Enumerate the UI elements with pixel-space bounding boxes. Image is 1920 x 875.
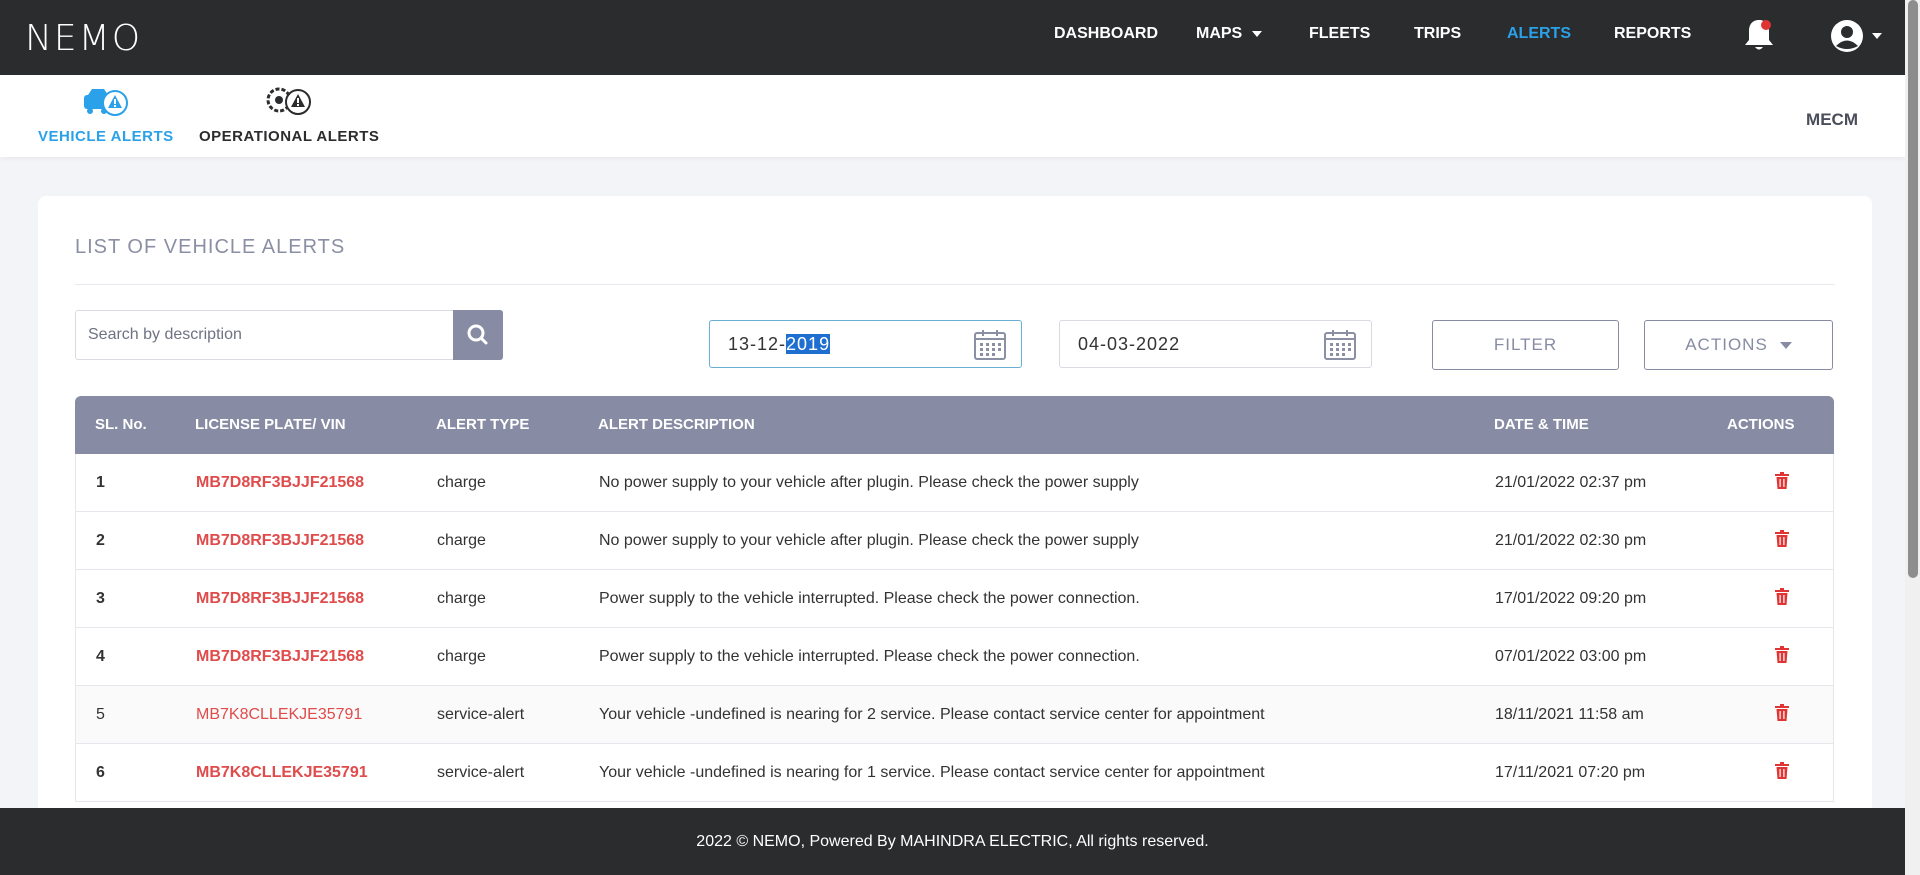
table-header: SL. No. LICENSE PLATE/ VIN ALERT TYPE AL… <box>75 396 1834 454</box>
vehicle-alert-icon <box>83 89 128 116</box>
page-footer: 2022 © NEMO, Powered By MAHINDRA ELECTRI… <box>0 808 1905 875</box>
nav-dashboard[interactable]: DASHBOARD <box>1054 25 1158 43</box>
cell-description: No power supply to your vehicle after pl… <box>599 532 1139 549</box>
cell-alert-type: service-alert <box>437 706 525 723</box>
cell-datetime: 17/01/2022 09:20 pm <box>1495 590 1647 607</box>
vehicle-alerts-card: LIST OF VEHICLE ALERTS 13-12-2019 04-03-… <box>38 196 1872 846</box>
cell-alert-type: charge <box>437 532 486 549</box>
cell-sl-no: 3 <box>96 590 105 607</box>
tab-operational-alerts[interactable]: OPERATIONAL ALERTS <box>199 85 379 145</box>
chevron-down-icon <box>1252 30 1263 37</box>
search-icon <box>467 324 488 345</box>
tab-operational-alerts-label: OPERATIONAL ALERTS <box>199 128 380 145</box>
user-menu[interactable] <box>1830 19 1882 53</box>
filter-button[interactable]: FILTER <box>1432 320 1619 370</box>
operational-alert-icon <box>266 87 312 115</box>
cell-sl-no: 4 <box>96 648 105 665</box>
delete-icon[interactable] <box>1774 472 1790 490</box>
date-from-value: 13-12-2019 <box>728 334 831 355</box>
calendar-icon[interactable] <box>973 329 1007 361</box>
table-row: 2 MB7D8RF3BJJF21568 charge No power supp… <box>75 512 1834 570</box>
page-scrollbar[interactable] <box>1905 0 1920 875</box>
bell-icon[interactable] <box>1742 16 1776 59</box>
cell-alert-type: charge <box>437 474 486 491</box>
cell-description: No power supply to your vehicle after pl… <box>599 474 1139 491</box>
cell-plate-link[interactable]: MB7K8CLLEKJE35791 <box>196 706 362 724</box>
cell-plate-link[interactable]: MB7D8RF3BJJF21568 <box>196 532 364 550</box>
table-row: 6 MB7K8CLLEKJE35791 service-alert Your v… <box>75 744 1834 802</box>
table-row: 1 MB7D8RF3BJJF21568 charge No power supp… <box>75 454 1834 512</box>
divider <box>75 284 1835 285</box>
calendar-icon[interactable] <box>1323 329 1357 361</box>
cell-plate-link[interactable]: MB7K8CLLEKJE35791 <box>196 764 368 782</box>
cell-description: Power supply to the vehicle interrupted.… <box>599 590 1140 607</box>
cell-description: Power supply to the vehicle interrupted.… <box>599 648 1140 665</box>
chevron-down-icon <box>1779 342 1792 350</box>
delete-icon[interactable] <box>1774 530 1790 548</box>
page-title: LIST OF VEHICLE ALERTS <box>75 236 346 258</box>
cell-description: Your vehicle -undefined is nearing for 2… <box>599 706 1265 723</box>
cell-datetime: 21/01/2022 02:30 pm <box>1495 532 1647 549</box>
col-alert-description: ALERT DESCRIPTION <box>598 416 755 433</box>
delete-icon[interactable] <box>1774 588 1790 606</box>
nav-reports[interactable]: REPORTS <box>1614 25 1691 43</box>
user-account-icon <box>1831 20 1863 52</box>
actions-label: ACTIONS <box>1685 335 1768 354</box>
cell-description: Your vehicle -undefined is nearing for 1… <box>599 764 1265 781</box>
date-from-field[interactable]: 13-12-2019 <box>709 320 1022 368</box>
cell-plate-link[interactable]: MB7D8RF3BJJF21568 <box>196 474 364 492</box>
cell-plate-link[interactable]: MB7D8RF3BJJF21568 <box>196 590 364 608</box>
col-alert-type: ALERT TYPE <box>436 416 530 433</box>
cell-datetime: 17/11/2021 07:20 pm <box>1495 764 1646 781</box>
delete-icon[interactable] <box>1774 646 1790 664</box>
nav-maps[interactable]: MAPS <box>1196 25 1263 43</box>
search-button[interactable] <box>453 310 503 360</box>
col-sl-no: SL. No. <box>95 416 147 433</box>
search-box <box>75 310 503 360</box>
date-from-prefix: 13-12- <box>728 334 787 354</box>
cell-plate-link[interactable]: MB7D8RF3BJJF21568 <box>196 648 364 666</box>
col-license-plate: LICENSE PLATE/ VIN <box>195 416 346 433</box>
alerts-table: SL. No. LICENSE PLATE/ VIN ALERT TYPE AL… <box>75 396 1834 802</box>
col-date-time: DATE & TIME <box>1494 416 1589 433</box>
cell-sl-no: 1 <box>96 474 105 491</box>
cell-datetime: 21/01/2022 02:37 pm <box>1495 474 1647 491</box>
top-navbar: NEMO DASHBOARD MAPS FLEETS TRIPS ALERTS … <box>0 0 1905 75</box>
table-row: 3 MB7D8RF3BJJF21568 charge Power supply … <box>75 570 1834 628</box>
date-from-selection: 2019 <box>786 334 831 354</box>
tab-vehicle-alerts[interactable]: VEHICLE ALERTS <box>38 85 174 145</box>
nemo-logo[interactable]: NEMO <box>25 18 142 59</box>
cell-sl-no: 6 <box>96 764 105 781</box>
table-row: 5 MB7K8CLLEKJE35791 service-alert Your v… <box>75 686 1834 744</box>
actions-dropdown-button[interactable]: ACTIONS <box>1644 320 1833 370</box>
cell-datetime: 07/01/2022 03:00 pm <box>1495 648 1647 665</box>
search-input[interactable] <box>76 311 454 359</box>
date-to-field[interactable]: 04-03-2022 <box>1059 320 1372 368</box>
date-to-value: 04-03-2022 <box>1078 334 1181 354</box>
cell-alert-type: charge <box>437 648 486 665</box>
tab-vehicle-alerts-label: VEHICLE ALERTS <box>38 128 174 145</box>
delete-icon[interactable] <box>1774 704 1790 722</box>
nav-maps-label: MAPS <box>1196 25 1243 42</box>
organization-label: MECM <box>1806 110 1858 129</box>
delete-icon[interactable] <box>1774 762 1790 780</box>
cell-alert-type: service-alert <box>437 764 525 781</box>
cell-sl-no: 2 <box>96 532 105 549</box>
cell-alert-type: charge <box>437 590 486 607</box>
nav-alerts[interactable]: ALERTS <box>1507 25 1571 43</box>
alerts-subnav: VEHICLE ALERTS OPERATIONAL ALERTS MECM <box>0 75 1905 157</box>
nav-fleets[interactable]: FLEETS <box>1309 25 1370 43</box>
nav-trips[interactable]: TRIPS <box>1414 25 1461 43</box>
chevron-down-icon <box>1872 33 1882 39</box>
footer-copyright: 2022 © NEMO, Powered By MAHINDRA ELECTRI… <box>696 833 1209 850</box>
col-actions: ACTIONS <box>1727 416 1795 433</box>
table-row: 4 MB7D8RF3BJJF21568 charge Power supply … <box>75 628 1834 686</box>
scrollbar-thumb[interactable] <box>1908 0 1918 578</box>
cell-sl-no: 5 <box>96 706 105 723</box>
cell-datetime: 18/11/2021 11:58 am <box>1495 706 1644 723</box>
